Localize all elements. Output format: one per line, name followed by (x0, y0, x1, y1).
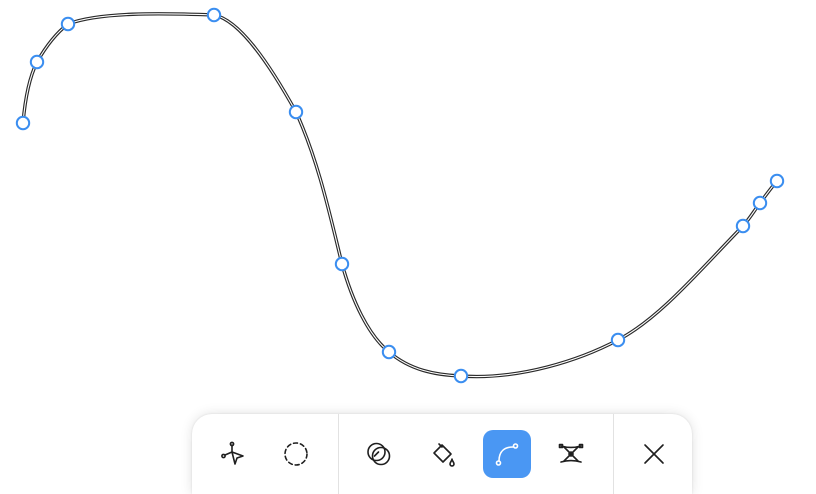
anchor-point[interactable] (288, 104, 304, 120)
anchor-point[interactable] (735, 218, 751, 234)
anchor-point[interactable] (769, 173, 785, 189)
paint-bucket-icon (433, 443, 455, 467)
bezier-curve-icon (495, 443, 519, 466)
pointer-node-icon (221, 441, 244, 465)
curve-tool-button[interactable] (483, 430, 531, 478)
anchor-point[interactable] (610, 332, 626, 348)
curve-inner-highlight (22, 13, 778, 378)
shape-combine-tool-button[interactable] (355, 430, 403, 478)
close-icon (644, 444, 664, 464)
curve-outline[interactable] (21, 12, 779, 379)
anchor-point[interactable] (334, 256, 350, 272)
bezier-path[interactable] (21, 12, 779, 379)
bottom-toolbar (192, 414, 692, 494)
anchor-point[interactable] (752, 195, 768, 211)
anchor-point[interactable] (15, 115, 31, 131)
anchor-points[interactable] (15, 7, 785, 384)
anchor-point[interactable] (206, 7, 222, 23)
anchor-point[interactable] (60, 16, 76, 32)
overlap-circles-icon (367, 442, 391, 466)
dashed-circle-icon (284, 442, 308, 466)
fill-tool-button[interactable] (419, 430, 467, 478)
path-nodes-icon (558, 443, 584, 463)
anchor-point[interactable] (381, 344, 397, 360)
toolbar-group-close (614, 414, 678, 494)
lasso-tool-button[interactable] (272, 430, 320, 478)
close-tool-button[interactable] (630, 430, 678, 478)
anchor-point[interactable] (29, 54, 45, 70)
anchor-point[interactable] (453, 368, 469, 384)
path-edit-tool-button[interactable] (547, 430, 595, 478)
select-tool-button[interactable] (208, 430, 256, 478)
toolbar-group-selection (192, 414, 320, 494)
toolbar-group-edit (339, 414, 595, 494)
